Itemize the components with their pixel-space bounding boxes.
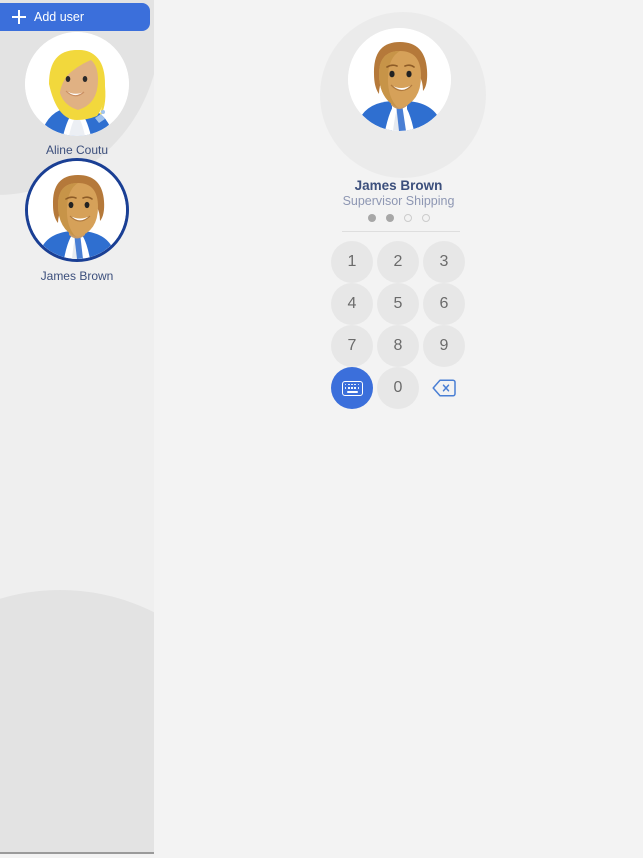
pin-dot-1: [367, 214, 376, 222]
keypad-key-3[interactable]: 3: [423, 241, 465, 283]
keypad-key-9[interactable]: 9: [423, 325, 465, 367]
keypad-key-2[interactable]: 2: [377, 241, 419, 283]
pin-dot-4: [421, 214, 430, 222]
backspace-icon: [432, 379, 456, 397]
plus-icon: [12, 10, 26, 24]
keypad-key-5[interactable]: 5: [377, 283, 419, 325]
login-main-panel: James Brown Supervisor Shipping 123 456 78…: [154, 0, 643, 858]
sidebar-user-james-brown[interactable]: James Brown: [0, 158, 154, 283]
pin-indicator: [154, 214, 643, 222]
pin-dot-2: [385, 214, 394, 222]
selected-user-avatar: [348, 28, 451, 131]
keyboard-toggle-button[interactable]: [331, 367, 373, 409]
selected-user-name: James Brown: [354, 178, 443, 193]
pin-dot-3: [403, 214, 412, 222]
backspace-button[interactable]: [423, 367, 465, 409]
add-user-label: Add user: [34, 10, 85, 24]
male-brown-hair-avatar-svg: [28, 161, 126, 259]
selected-user-role: Supervisor Shipping: [342, 194, 455, 208]
sidebar-user-aline-coutu[interactable]: Aline Coutu: [0, 32, 154, 157]
male-brown-hair-avatar-svg-large: [348, 28, 451, 131]
keypad-key-7[interactable]: 7: [331, 325, 373, 367]
pin-keypad: 123 456 7890: [331, 241, 465, 409]
avatar: [25, 158, 129, 262]
keypad-key-8[interactable]: 8: [377, 325, 419, 367]
user-sidebar: Add user Aline Coutu James Brown: [0, 0, 154, 854]
keypad-key-6[interactable]: 6: [423, 283, 465, 325]
decorative-shape-bottom: [0, 590, 154, 852]
keypad-key-4[interactable]: 4: [331, 283, 373, 325]
sidebar-user-name: Aline Coutu: [45, 143, 109, 157]
pin-divider: [342, 231, 460, 232]
sidebar-user-name: James Brown: [40, 269, 114, 283]
keyboard-icon: [341, 380, 363, 396]
add-user-button[interactable]: Add user: [0, 3, 150, 31]
keypad-key-0[interactable]: 0: [377, 367, 419, 409]
avatar: [25, 32, 129, 136]
keypad-key-1[interactable]: 1: [331, 241, 373, 283]
female-blonde-avatar-svg: [25, 32, 129, 136]
